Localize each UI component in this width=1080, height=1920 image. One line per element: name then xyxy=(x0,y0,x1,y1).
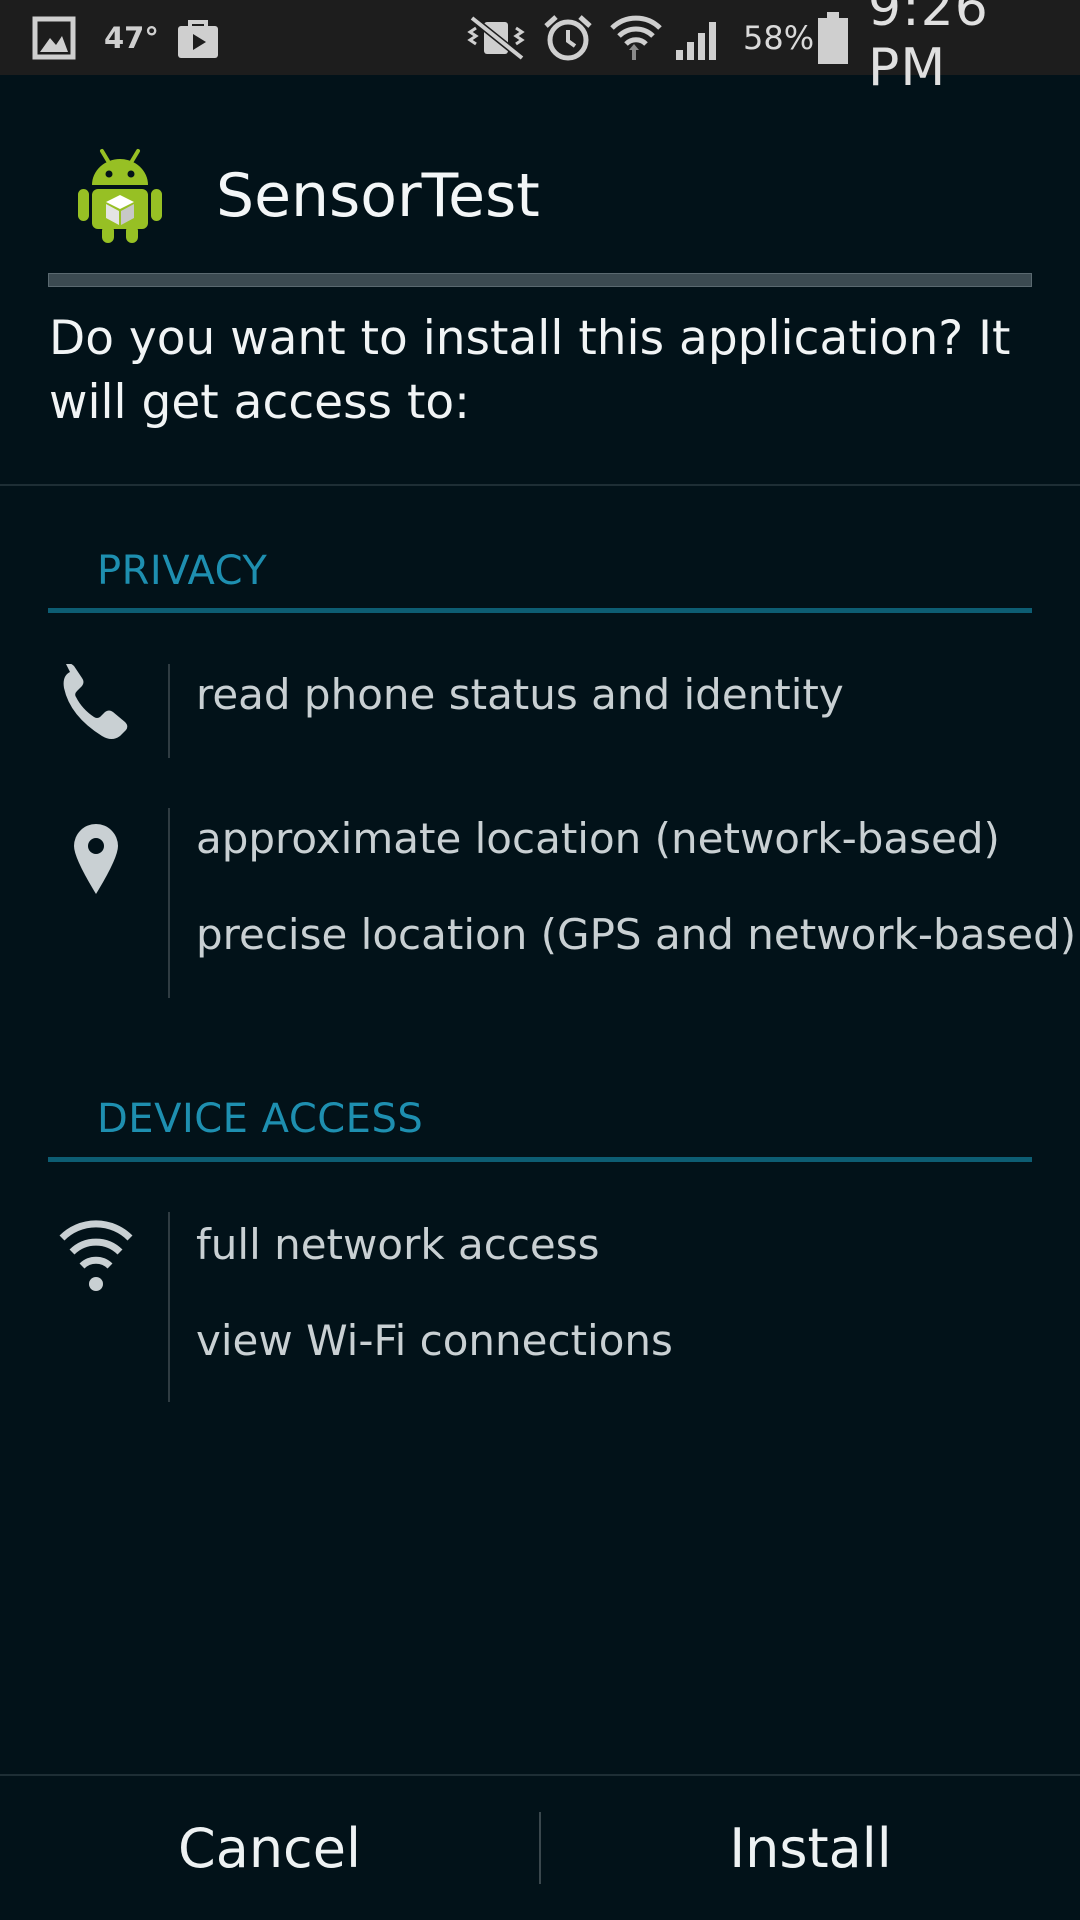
status-bar: 47° 58% 9:26 PM xyxy=(0,0,1080,98)
shopping-bag-icon xyxy=(178,20,218,58)
header-progress-bar xyxy=(48,273,1032,287)
app-title: SensorTest xyxy=(216,161,540,231)
section-title-privacy: PRIVACY xyxy=(97,548,268,594)
cancel-button[interactable]: Cancel xyxy=(0,1776,539,1920)
alarm-icon xyxy=(544,15,592,61)
phone-icon xyxy=(63,664,128,739)
battery-icon xyxy=(818,12,848,64)
gallery-icon xyxy=(32,16,76,60)
android-icon xyxy=(78,149,162,243)
section-rule xyxy=(48,608,1032,613)
clock-text: 9:26 PM xyxy=(868,0,989,98)
install-button[interactable]: Install xyxy=(541,1776,1080,1920)
signal-icon xyxy=(676,22,716,60)
section-rule xyxy=(48,1157,1032,1162)
permission-separator xyxy=(168,664,170,758)
install-permissions-screen: 47° 58% 9:26 PM SensorTest Do you want t… xyxy=(0,0,1080,1920)
permission-item: view Wi-Fi connections xyxy=(196,1316,673,1365)
permission-item: read phone status and identity xyxy=(196,670,844,719)
divider xyxy=(0,484,1080,486)
mute-vibrate-icon xyxy=(467,15,525,61)
wifi-icon xyxy=(59,1220,133,1291)
permission-item: full network access xyxy=(196,1220,600,1269)
install-question-text: Do you want to install this application?… xyxy=(49,311,1011,430)
permission-item: precise location (GPS and network-based) xyxy=(196,910,1077,959)
section-title-device-access: DEVICE ACCESS xyxy=(97,1096,424,1142)
location-pin-icon xyxy=(74,824,118,894)
wifi-icon xyxy=(610,15,662,60)
permission-item: approximate location (network-based) xyxy=(196,814,1000,863)
permission-separator xyxy=(168,1212,170,1402)
battery-percent-text: 58% xyxy=(743,18,815,57)
temperature-text: 47° xyxy=(104,20,159,55)
permission-separator xyxy=(168,808,170,998)
